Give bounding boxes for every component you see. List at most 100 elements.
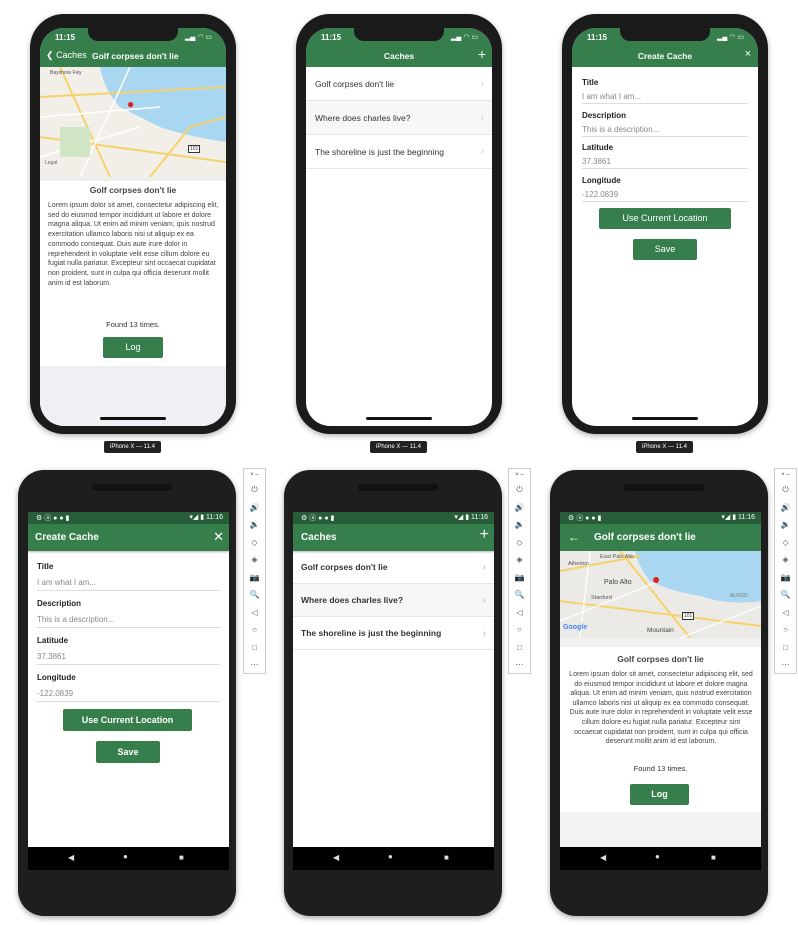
power-icon[interactable]: ⏻ [509,481,530,499]
back-button[interactable]: ❮ Caches [46,50,87,61]
list-item[interactable]: The shoreline is just the beginning › [293,617,494,650]
toolbar-title: Golf corpses don't lie [594,532,696,543]
map[interactable]: Bayshore Fwy 101 Legal ● [40,67,226,177]
home-nav-icon[interactable]: ● [388,852,393,861]
recents-nav-icon[interactable]: ■ [711,853,716,862]
legal-link[interactable]: Legal [45,160,57,166]
use-location-button[interactable]: Use Current Location [63,709,192,731]
notch [620,28,710,41]
back-nav-icon[interactable]: ◀ [68,853,74,862]
power-icon[interactable]: ⏻ [244,481,265,499]
title-input[interactable]: I am what I am... [582,92,748,104]
rotate-left-icon[interactable]: ◇ [244,534,265,552]
chevron-right-icon: › [482,628,486,639]
home-icon[interactable]: ○ [775,621,796,639]
map-pin-icon[interactable]: ● [652,571,660,587]
back-nav-icon[interactable]: ◀ [600,853,606,862]
emulator-toolbar: × – ⏻ 🔊 🔉 ◇ ◈ 📷 🔍 ◁ ○ □ ⋯ [774,468,797,674]
zoom-icon[interactable]: 🔍 [244,586,265,604]
list-item[interactable]: Golf corpses don't lie › [293,551,494,584]
longitude-input[interactable]: -122.0839 [37,689,220,702]
volume-down-icon[interactable]: 🔉 [244,516,265,534]
rotate-left-icon[interactable]: ◇ [775,534,796,552]
list-item[interactable]: The shoreline is just the beginning › [306,135,492,169]
home-indicator[interactable] [632,417,698,420]
overview-icon[interactable]: □ [509,639,530,657]
home-icon[interactable]: ○ [509,621,530,639]
home-nav-icon[interactable]: ● [655,852,660,861]
more-icon[interactable]: ⋯ [244,656,265,674]
chevron-right-icon: › [480,78,484,89]
zoom-icon[interactable]: 🔍 [775,586,796,604]
volume-up-icon[interactable]: 🔊 [775,499,796,517]
camera-icon[interactable]: 📷 [244,569,265,587]
back-arrow-icon[interactable]: ← [568,530,580,544]
log-button[interactable]: Log [630,784,689,805]
overview-icon[interactable]: □ [244,639,265,657]
home-icon[interactable]: ○ [244,621,265,639]
power-icon[interactable]: ⏻ [775,481,796,499]
map-pin-icon[interactable]: ● [127,97,134,111]
ios-detail-screen: 11:15 ▂▄ ◠ ▭ ❮ Caches Golf corpses don't… [40,28,226,426]
overview-icon[interactable]: □ [775,639,796,657]
chevron-right-icon: › [480,146,484,157]
device-label: iPhone X — 11.4 [104,441,161,453]
home-indicator[interactable] [366,417,432,420]
list-item[interactable]: Where does charles live? › [306,101,492,135]
latitude-input[interactable]: 37.3861 [582,157,748,169]
home-indicator[interactable] [100,417,166,420]
save-button[interactable]: Save [633,239,697,260]
android-frame: ⚙ ⓐ ● ● ▮ ▾◢ ▮ 11:16 ← Golf corpses don't… [550,470,768,916]
rotate-right-icon[interactable]: ◈ [244,551,265,569]
back-icon[interactable]: ◁ [775,604,796,622]
camera-icon[interactable]: 📷 [509,569,530,587]
back-icon[interactable]: ◁ [244,604,265,622]
save-button[interactable]: Save [96,741,160,763]
use-location-button[interactable]: Use Current Location [599,208,731,229]
description-input[interactable]: This is a description... [37,615,220,628]
cache-description: Lorem ipsum dolor sit amet, consectetur … [48,202,219,287]
recents-nav-icon[interactable]: ■ [179,853,184,862]
zoom-icon[interactable]: 🔍 [509,586,530,604]
volume-up-icon[interactable]: 🔊 [244,499,265,517]
close-icon[interactable]: × – [244,469,265,481]
more-icon[interactable]: ⋯ [509,656,530,674]
close-button[interactable]: ✕ [213,529,224,545]
nav-title: Caches [383,51,415,61]
map-label: Stanford [591,595,612,601]
volume-down-icon[interactable]: 🔉 [775,516,796,534]
rotate-left-icon[interactable]: ◇ [509,534,530,552]
add-button[interactable]: + [480,526,489,544]
list-item[interactable]: Where does charles live? › [293,584,494,617]
camera-icon[interactable]: 📷 [775,569,796,587]
emulator-toolbar: × – ⏻ 🔊 🔉 ◇ ◈ 📷 🔍 ◁ ○ □ ⋯ [508,468,531,674]
home-nav-icon[interactable]: ● [123,852,128,861]
close-icon[interactable]: × – [775,469,796,481]
list-item[interactable]: Golf corpses don't lie › [306,67,492,101]
android-list-screen: ⚙ ⓐ ● ● ▮ ▾◢ ▮ 11:16 Caches + Golf corpse… [293,512,494,870]
volume-down-icon[interactable]: 🔉 [509,516,530,534]
latitude-input[interactable]: 37.3861 [37,652,220,665]
chevron-right-icon: › [482,595,486,606]
status-bar: ⚙ ⓐ ● ● ▮ ▾◢ ▮ 11:16 [293,512,494,524]
longitude-input[interactable]: -122.0839 [582,190,748,202]
recents-nav-icon[interactable]: ■ [444,853,449,862]
volume-up-icon[interactable]: 🔊 [509,499,530,517]
log-button[interactable]: Log [103,337,163,358]
iphone-frame: 11:15 ▂▄ ◠ ▭ ❮ Caches Golf corpses don't… [30,14,236,434]
rotate-right-icon[interactable]: ◈ [509,551,530,569]
close-icon[interactable]: × – [509,469,530,481]
rotate-right-icon[interactable]: ◈ [775,551,796,569]
ios-create-screen: 11:15 ▂▄ ◠ ▭ Create Cache × Title I am w… [572,28,758,426]
description-label: Description [582,111,627,120]
chevron-left-icon: ❮ [46,50,54,60]
add-button[interactable]: + [478,46,486,62]
back-icon[interactable]: ◁ [509,604,530,622]
status-icons: ⚙ ⓐ ● ● ▮ [301,515,335,522]
title-input[interactable]: I am what I am... [37,578,220,591]
back-nav-icon[interactable]: ◀ [333,853,339,862]
map[interactable]: East Palo Alto Atherton Palo Alto Stanfo… [560,551,761,638]
close-button[interactable]: × [745,48,751,60]
description-input[interactable]: This is a description... [582,125,748,137]
more-icon[interactable]: ⋯ [775,656,796,674]
